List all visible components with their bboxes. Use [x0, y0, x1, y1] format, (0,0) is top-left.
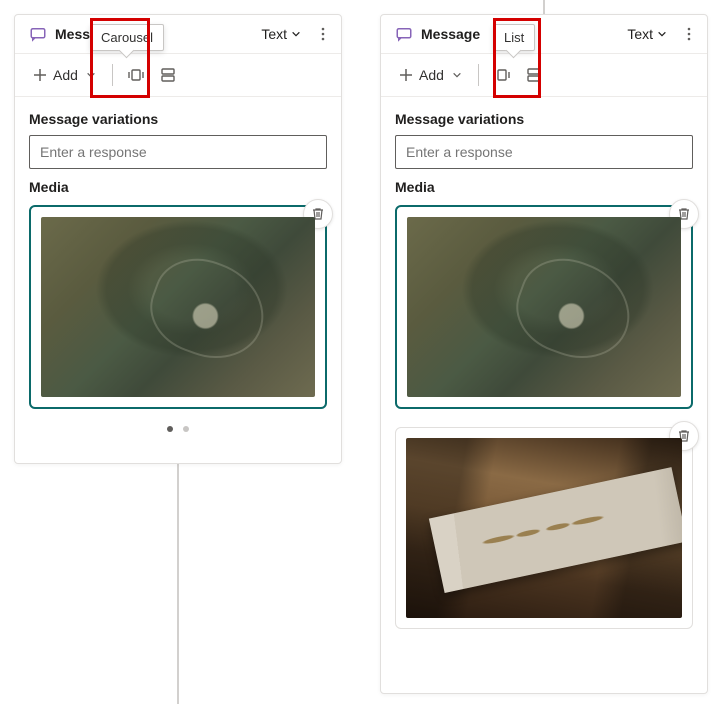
tooltip-list: List — [493, 24, 535, 51]
plus-icon — [399, 68, 413, 82]
variations-label: Message variations — [29, 111, 327, 127]
add-label: Add — [419, 67, 444, 83]
response-input[interactable] — [395, 135, 693, 169]
pagination-dot[interactable] — [183, 426, 189, 432]
carousel-pagination — [29, 409, 327, 439]
media-card[interactable] — [395, 205, 693, 409]
text-type-label: Text — [261, 26, 287, 42]
plus-icon — [33, 68, 47, 82]
chevron-down-icon — [452, 70, 462, 80]
card-header: Message Text — [15, 15, 341, 54]
media-card[interactable] — [395, 427, 693, 629]
list-view-button[interactable] — [519, 60, 549, 90]
card-body: Message variations Media — [15, 97, 341, 453]
media-image — [407, 217, 681, 397]
toolbar: Add — [381, 54, 707, 97]
separator — [478, 64, 479, 86]
chevron-down-icon — [291, 29, 301, 39]
add-button[interactable]: Add — [25, 63, 104, 87]
text-type-dropdown[interactable]: Text — [261, 26, 301, 42]
text-type-label: Text — [627, 26, 653, 42]
pagination-dot-active[interactable] — [167, 426, 173, 432]
list-view-button[interactable] — [153, 60, 183, 90]
list-icon — [526, 67, 542, 83]
card-header: Message Text — [381, 15, 707, 54]
add-label: Add — [53, 67, 78, 83]
carousel-icon — [494, 67, 510, 83]
connector-line — [543, 0, 545, 14]
connector-line — [177, 464, 179, 704]
carousel-view-button[interactable] — [487, 60, 517, 90]
chevron-down-icon — [86, 70, 96, 80]
media-label: Media — [395, 179, 693, 195]
separator — [112, 64, 113, 86]
media-card[interactable] — [29, 205, 327, 409]
message-node-carousel: Message Text Add Message variations Medi… — [14, 14, 342, 464]
carousel-view-button[interactable] — [121, 60, 151, 90]
response-input[interactable] — [29, 135, 327, 169]
list-icon — [160, 67, 176, 83]
media-item — [29, 205, 327, 409]
tooltip-carousel: Carousel — [90, 24, 164, 51]
text-type-dropdown[interactable]: Text — [627, 26, 667, 42]
carousel-icon — [128, 67, 144, 83]
media-item — [395, 427, 693, 629]
media-image — [41, 217, 315, 397]
card-body: Message variations Media — [381, 97, 707, 643]
message-icon — [395, 25, 413, 43]
more-icon[interactable] — [315, 26, 331, 42]
toolbar: Add — [15, 54, 341, 97]
chevron-down-icon — [657, 29, 667, 39]
add-button[interactable]: Add — [391, 63, 470, 87]
variations-label: Message variations — [395, 111, 693, 127]
media-label: Media — [29, 179, 327, 195]
media-item — [395, 205, 693, 409]
media-image — [406, 438, 682, 618]
message-icon — [29, 25, 47, 43]
message-node-list: Message Text Add Message variations Medi… — [380, 14, 708, 694]
more-icon[interactable] — [681, 26, 697, 42]
